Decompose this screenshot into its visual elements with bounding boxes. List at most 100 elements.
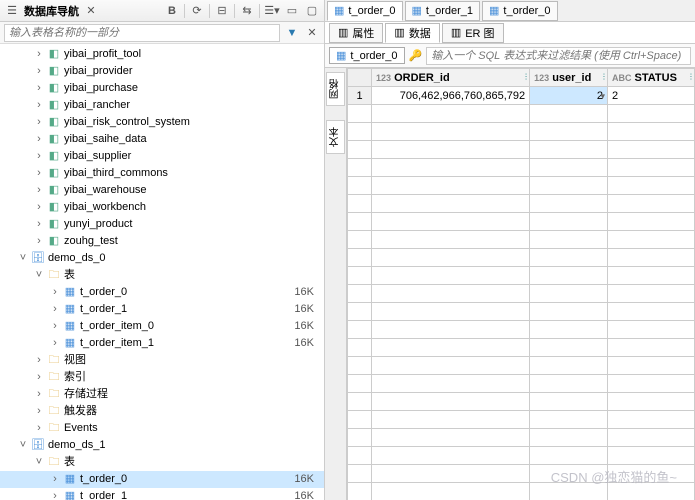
refresh-icon[interactable]: ⟳ bbox=[189, 3, 205, 19]
chevron-icon[interactable]: › bbox=[32, 420, 46, 437]
editor-tab[interactable]: ▦t_order_0 bbox=[482, 1, 558, 21]
sub-tab-icon: ▥ bbox=[394, 26, 404, 39]
tree-node[interactable]: ›▦t_order_016K bbox=[0, 471, 324, 488]
tree-node-label: yibai_supplier bbox=[62, 148, 131, 165]
chevron-icon[interactable]: › bbox=[32, 182, 46, 199]
gutter-text-tab[interactable]: 文本 bbox=[326, 120, 345, 154]
editor-tab[interactable]: ▦t_order_0 bbox=[327, 1, 403, 21]
table-icon: ▦ bbox=[334, 4, 344, 17]
tree-node[interactable]: ›◧yibai_rancher bbox=[0, 97, 324, 114]
collapse-icon[interactable]: ⊟ bbox=[214, 3, 230, 19]
tree-node-label: 视图 bbox=[62, 352, 86, 369]
col-filter-icon[interactable]: ⫶ bbox=[603, 72, 605, 83]
table-icon: ▦ bbox=[412, 4, 422, 17]
content-tab[interactable]: ▦ t_order_0 bbox=[329, 47, 405, 64]
tree-node[interactable]: ›▦t_order_item_116K bbox=[0, 335, 324, 352]
tree-node[interactable]: ›▦t_order_116K bbox=[0, 488, 324, 500]
tree-node[interactable]: ›🗀索引 bbox=[0, 369, 324, 386]
chevron-icon[interactable]: ˅ bbox=[32, 267, 46, 284]
tree-node[interactable]: ›◧yibai_supplier bbox=[0, 148, 324, 165]
column-header[interactable]: 123 ORDER_id ⫶ bbox=[372, 69, 530, 87]
tree-node[interactable]: ›◧zouhg_test bbox=[0, 233, 324, 250]
chevron-icon[interactable]: › bbox=[48, 471, 62, 488]
row-number bbox=[348, 411, 372, 429]
tree-node[interactable]: ›🗀触发器 bbox=[0, 403, 324, 420]
minimize-icon[interactable]: ▭ bbox=[284, 3, 300, 19]
chevron-icon[interactable]: › bbox=[32, 165, 46, 182]
filter-icon[interactable]: ▼ bbox=[284, 25, 300, 41]
tree-node[interactable]: ›◧yibai_third_commons bbox=[0, 165, 324, 182]
chevron-icon[interactable]: › bbox=[48, 301, 62, 318]
chevron-icon[interactable]: › bbox=[48, 318, 62, 335]
tree-node[interactable]: ›🗀视图 bbox=[0, 352, 324, 369]
chevron-icon[interactable]: › bbox=[32, 63, 46, 80]
tree-node[interactable]: ›🗀Events bbox=[0, 420, 324, 437]
tree-node-label: yibai_provider bbox=[62, 63, 132, 80]
col-filter-icon[interactable]: ⫶ bbox=[525, 72, 527, 83]
chevron-icon[interactable]: › bbox=[32, 403, 46, 420]
cell-user-id[interactable]: 2▾ bbox=[530, 87, 608, 105]
maximize-icon[interactable]: ▢ bbox=[304, 3, 320, 19]
col-filter-icon[interactable]: ⫶ bbox=[690, 72, 692, 83]
tree-node[interactable]: ›◧yibai_purchase bbox=[0, 80, 324, 97]
column-header[interactable]: 123 user_id ⫶ bbox=[530, 69, 608, 87]
cell-status[interactable]: 2 bbox=[608, 87, 695, 105]
tree-node[interactable]: ›▦t_order_item_016K bbox=[0, 318, 324, 335]
tree-node[interactable]: ›◧yibai_risk_control_system bbox=[0, 114, 324, 131]
chevron-icon[interactable]: › bbox=[32, 233, 46, 250]
tree-node[interactable]: ›◧yibai_saihe_data bbox=[0, 131, 324, 148]
chevron-icon[interactable]: › bbox=[48, 488, 62, 500]
chevron-icon[interactable]: › bbox=[32, 386, 46, 403]
bold-icon[interactable]: B bbox=[164, 3, 180, 19]
tree-node-label: 触发器 bbox=[62, 403, 97, 420]
tree-node[interactable]: ›▦t_order_116K bbox=[0, 301, 324, 318]
chevron-icon[interactable]: › bbox=[48, 284, 62, 301]
tree-node[interactable]: ˅🗀表 bbox=[0, 454, 324, 471]
sql-filter-input[interactable] bbox=[426, 47, 691, 65]
tree-node[interactable]: ›◧yibai_provider bbox=[0, 63, 324, 80]
clear-icon[interactable]: ✕ bbox=[304, 25, 320, 41]
sub-tab[interactable]: ▥属性 bbox=[329, 23, 383, 43]
data-grid[interactable]: 123 ORDER_id ⫶123 user_id ⫶ABC STATUS ⫶ 1… bbox=[347, 68, 695, 500]
tree-node-label: 存储过程 bbox=[62, 386, 108, 403]
chevron-icon[interactable]: › bbox=[32, 352, 46, 369]
chevron-icon[interactable]: › bbox=[32, 46, 46, 63]
gutter-grid-tab[interactable]: 网格 bbox=[326, 72, 345, 106]
close-icon[interactable]: ✕ bbox=[83, 3, 99, 19]
cell-order-id[interactable]: 706,462,966,760,865,792 bbox=[372, 87, 530, 105]
link-icon[interactable]: ⇆ bbox=[239, 3, 255, 19]
row-number[interactable]: 1 bbox=[348, 87, 372, 105]
sub-tab[interactable]: ▥ER 图 bbox=[442, 23, 504, 43]
tree-node[interactable]: ˅🗀表 bbox=[0, 267, 324, 284]
chevron-icon[interactable]: › bbox=[32, 80, 46, 97]
chevron-icon[interactable]: › bbox=[32, 199, 46, 216]
tree-node[interactable]: ˅🗄demo_ds_0 bbox=[0, 250, 324, 267]
editor-tab[interactable]: ▦t_order_1 bbox=[405, 1, 481, 21]
chevron-icon[interactable]: › bbox=[48, 335, 62, 352]
chevron-icon[interactable]: › bbox=[32, 97, 46, 114]
chevron-icon[interactable]: › bbox=[32, 114, 46, 131]
tree-node[interactable]: ›◧yunyi_product bbox=[0, 216, 324, 233]
tree-node[interactable]: ›◧yibai_profit_tool bbox=[0, 46, 324, 63]
tree-filter-input[interactable] bbox=[4, 24, 280, 42]
tree-node[interactable]: ›🗀存储过程 bbox=[0, 386, 324, 403]
chevron-icon[interactable]: › bbox=[32, 148, 46, 165]
chevron-icon[interactable]: ˅ bbox=[16, 250, 30, 267]
chevron-icon[interactable]: ˅ bbox=[16, 437, 30, 454]
chevron-icon[interactable]: › bbox=[32, 216, 46, 233]
tree-node[interactable]: ˅🗄demo_ds_1 bbox=[0, 437, 324, 454]
tb-icon: ▦ bbox=[62, 301, 78, 318]
row-number bbox=[348, 123, 372, 141]
column-header[interactable]: ABC STATUS ⫶ bbox=[608, 69, 695, 87]
tree-node-label: yibai_purchase bbox=[62, 80, 138, 97]
menu-icon[interactable]: ☰▾ bbox=[264, 3, 280, 19]
tree-node[interactable]: ›◧yibai_warehouse bbox=[0, 182, 324, 199]
sub-tab[interactable]: ▥数据 bbox=[385, 23, 439, 43]
tree-node[interactable]: ›◧yibai_workbench bbox=[0, 199, 324, 216]
chevron-icon[interactable]: ˅ bbox=[32, 454, 46, 471]
row-number bbox=[348, 177, 372, 195]
chevron-icon[interactable]: › bbox=[32, 369, 46, 386]
db-tree[interactable]: ›◧yibai_profit_tool›◧yibai_provider›◧yib… bbox=[0, 44, 324, 500]
tree-node[interactable]: ›▦t_order_016K bbox=[0, 284, 324, 301]
chevron-icon[interactable]: › bbox=[32, 131, 46, 148]
